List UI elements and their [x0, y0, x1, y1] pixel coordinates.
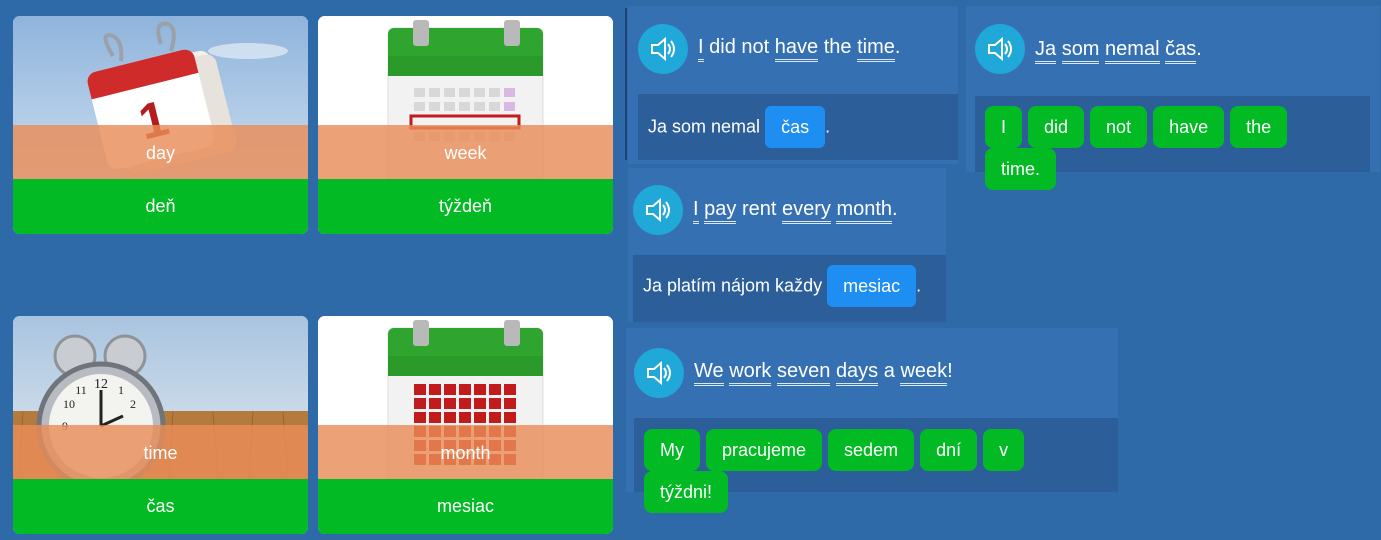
clock-number: 12: [94, 377, 108, 392]
sentence-word[interactable]: čas: [1165, 38, 1197, 64]
flashcard-time[interactable]: 12 11 10 9 1 2 time čas: [13, 316, 308, 534]
exercise-panel-1: I did not have the time. Ja som nemal ča…: [628, 6, 958, 164]
answer-area: My pracujeme sedem dní v týždni!: [634, 418, 1118, 513]
sentence-word[interactable]: We: [694, 360, 724, 386]
sentence-word: the: [823, 36, 852, 58]
answer-chip[interactable]: čas: [765, 106, 826, 148]
answer-area: Ja platím nájom každy mesiac.: [633, 255, 946, 322]
flashcard-word: time: [143, 443, 178, 463]
word-chip[interactable]: did: [1028, 106, 1085, 148]
sentence-word: rent: [741, 198, 777, 220]
flashcard-word: month: [440, 443, 491, 463]
speaker-icon: [988, 36, 1012, 62]
flashcard-day[interactable]: 1 day deň: [13, 16, 308, 234]
exercise-panel-2: Ja som nemal čas. I did not have the tim…: [966, 6, 1380, 190]
sentence-punctuation: .: [894, 36, 901, 58]
word-chip[interactable]: have: [1153, 106, 1225, 148]
speaker-button[interactable]: [975, 24, 1025, 74]
word-chip[interactable]: the: [1230, 106, 1288, 148]
sentence-punctuation: !: [947, 360, 953, 382]
speaker-icon: [646, 197, 670, 223]
sentence-word: did: [709, 36, 736, 58]
sentence-word[interactable]: I: [698, 36, 704, 62]
sentence-word[interactable]: have: [774, 36, 819, 62]
sentence-punctuation: .: [1196, 38, 1202, 60]
sentence: I pay rent every month.: [693, 198, 898, 224]
sentence-word[interactable]: work: [729, 360, 772, 386]
sentence-word[interactable]: Ja: [1035, 38, 1057, 64]
answer-area: I did not have the time.: [975, 96, 1370, 190]
flashcard-translation[interactable]: týždeň: [318, 179, 613, 234]
column-divider: [625, 8, 627, 160]
word-chip[interactable]: dní: [920, 429, 978, 471]
sentence-word[interactable]: every: [781, 198, 831, 224]
word-chip[interactable]: not: [1090, 106, 1148, 148]
clock-number: 1: [118, 383, 124, 397]
speaker-button[interactable]: [633, 185, 683, 235]
sentence-word[interactable]: som: [1061, 38, 1100, 64]
answer-punctuation: .: [825, 116, 831, 137]
word-chip[interactable]: I: [985, 106, 1023, 148]
answer-text: Ja som nemal: [648, 116, 761, 137]
flashcard-translation[interactable]: deň: [13, 179, 308, 234]
flashcard-word: week: [444, 143, 487, 163]
speaker-icon: [647, 360, 671, 386]
sentence: I did not have the time.: [698, 36, 901, 62]
clock-number: 11: [75, 383, 87, 397]
answer-area: Ja som nemal čas.: [638, 94, 958, 160]
sentence-word[interactable]: days: [835, 360, 879, 386]
sentence-word[interactable]: month: [836, 198, 893, 224]
word-chip[interactable]: týždni!: [644, 471, 729, 513]
word-chip[interactable]: My: [644, 429, 700, 471]
sentence-word[interactable]: nemal: [1105, 38, 1160, 64]
exercise-panel-3: I pay rent every month. Ja platím nájom …: [628, 168, 946, 322]
flashcard-month[interactable]: month mesiac: [318, 316, 613, 534]
sentence-word[interactable]: pay: [704, 198, 737, 224]
sentence: We work seven days a week!: [694, 360, 953, 386]
sentence-word: a: [883, 360, 895, 382]
clock-number: 10: [63, 397, 75, 411]
exercise-panel-4: We work seven days a week! My pracujeme …: [626, 328, 1118, 513]
sentence: Ja som nemal čas.: [1035, 38, 1202, 64]
word-chips: I did not have the time.: [985, 106, 1370, 190]
speaker-button[interactable]: [638, 24, 688, 74]
answer-punctuation: .: [916, 275, 922, 296]
clock-number: 2: [130, 397, 136, 411]
answer-chip[interactable]: mesiac: [827, 265, 917, 307]
flashcard-week[interactable]: week týždeň: [318, 16, 613, 234]
answer-text: Ja platím nájom každy: [643, 275, 823, 296]
word-chip[interactable]: time.: [985, 148, 1057, 190]
flashcard-translation[interactable]: čas: [13, 479, 308, 534]
speaker-icon: [651, 36, 675, 62]
word-chip[interactable]: sedem: [828, 429, 915, 471]
word-chip[interactable]: v: [983, 429, 1025, 471]
sentence-punctuation: .: [892, 198, 898, 220]
sentence-word[interactable]: seven: [777, 360, 831, 386]
sentence-word: not: [741, 36, 770, 58]
word-chips: My pracujeme sedem dní v týždni!: [644, 429, 1118, 513]
word-chip[interactable]: pracujeme: [706, 429, 823, 471]
sentence-word[interactable]: I: [693, 198, 699, 224]
sentence-word[interactable]: time: [857, 36, 895, 62]
flashcard-word: day: [145, 143, 176, 163]
flashcard-translation[interactable]: mesiac: [318, 479, 613, 534]
speaker-button[interactable]: [634, 348, 684, 398]
sentence-word[interactable]: week: [900, 360, 948, 386]
